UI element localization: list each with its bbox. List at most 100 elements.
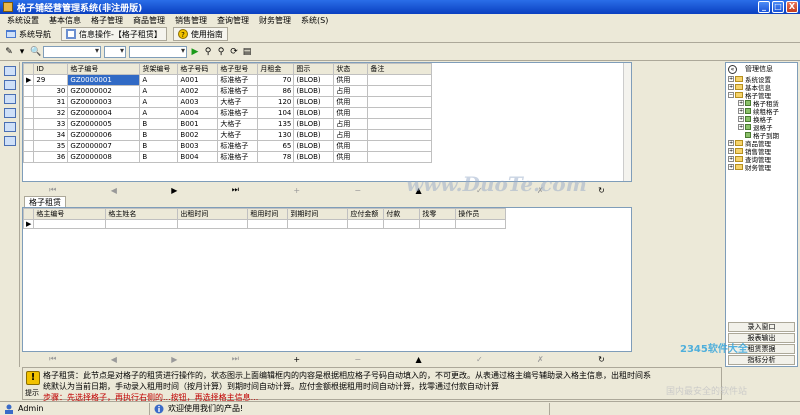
nav-prior-button[interactable]: ◀	[111, 186, 117, 195]
panel-icon[interactable]	[4, 66, 16, 76]
cell[interactable]	[367, 107, 433, 119]
cell[interactable]: 36	[33, 151, 69, 163]
cell[interactable]: B	[139, 140, 179, 152]
refresh-icon[interactable]: ⟳	[229, 47, 239, 57]
field-select[interactable]	[43, 45, 101, 58]
cell[interactable]: (BLOB)	[293, 107, 335, 119]
menu-grid-management[interactable]: 格子管理	[86, 15, 128, 26]
col-header[interactable]: 到期时间	[287, 208, 349, 220]
cell[interactable]: 供用	[333, 140, 369, 152]
operator-select[interactable]	[104, 45, 126, 58]
cell[interactable]: GZ0000004	[67, 107, 141, 119]
cell[interactable]: GZ0000006	[67, 129, 141, 141]
tab-system-nav[interactable]: 系统导航	[2, 27, 55, 41]
cell[interactable]: 供用	[333, 74, 369, 86]
menu-goods-management[interactable]: 商品管理	[128, 15, 170, 26]
cell[interactable]: 供用	[333, 151, 369, 163]
table-row[interactable]: 33 GZ0000005 B B001 大格子 135 (BLOB) 占用	[23, 118, 433, 130]
cell[interactable]: 占用	[333, 118, 369, 130]
cell[interactable]: 32	[33, 107, 69, 119]
tree-item-finance-management[interactable]: + 财务管理	[728, 163, 797, 172]
cell[interactable]: 标准格子	[217, 107, 259, 119]
cell[interactable]: 30	[33, 85, 69, 97]
maximize-button[interactable]: □	[772, 1, 784, 13]
nav-delete-button[interactable]: −	[354, 186, 361, 195]
nav-refresh-button[interactable]: ↻	[598, 186, 605, 195]
expand-icon[interactable]: +	[728, 156, 734, 162]
cell[interactable]: GZ0000001	[67, 74, 141, 86]
expand-icon[interactable]: +	[728, 148, 734, 154]
cell[interactable]: (BLOB)	[293, 96, 335, 108]
nav-insert-button[interactable]: +	[293, 186, 300, 195]
cell[interactable]: GZ0000007	[67, 140, 141, 152]
cell[interactable]	[419, 219, 457, 229]
menu-system-settings[interactable]: 系统设置	[2, 15, 44, 26]
cell[interactable]	[367, 74, 433, 86]
col-header[interactable]: 应付金额	[347, 208, 385, 220]
col-header[interactable]: 格主编号	[33, 208, 107, 220]
analysis-button[interactable]: 指标分析	[728, 355, 795, 365]
cell[interactable]	[367, 140, 433, 152]
cell[interactable]: 供用	[333, 107, 369, 119]
cell[interactable]: 78	[257, 151, 295, 163]
nav-cancel-button[interactable]: ✗	[537, 355, 544, 364]
grid-vertical-scrollbar[interactable]	[623, 63, 631, 181]
nav-delete-button[interactable]: −	[354, 355, 361, 364]
col-header[interactable]: 操作员	[455, 208, 507, 220]
cell[interactable]	[177, 219, 249, 229]
cell[interactable]: A002	[177, 85, 219, 97]
filter-icon[interactable]: ▾	[17, 47, 27, 57]
cell[interactable]: 120	[257, 96, 295, 108]
cell[interactable]: 86	[257, 85, 295, 97]
nav-prior-button[interactable]: ◀	[111, 355, 117, 364]
cell[interactable]: GZ0000008	[67, 151, 141, 163]
close-button[interactable]: X	[786, 1, 798, 13]
cell[interactable]: A004	[177, 107, 219, 119]
col-header[interactable]: 图示	[293, 63, 335, 75]
calculator-icon[interactable]	[4, 136, 16, 146]
menu-sales-management[interactable]: 销售管理	[170, 15, 212, 26]
nav-post-button[interactable]: ✓	[476, 355, 483, 364]
nav-last-button[interactable]: ⏭	[232, 354, 239, 364]
table-row[interactable]: 31 GZ0000003 A A003 大格子 120 (BLOB) 供用	[23, 96, 433, 108]
cell[interactable]: A001	[177, 74, 219, 86]
nav-insert-button[interactable]: +	[293, 355, 300, 364]
cell[interactable]: GZ0000005	[67, 118, 141, 130]
col-header[interactable]: 出租时间	[177, 208, 249, 220]
table-row[interactable]: 30 GZ0000002 A A002 标准格子 86 (BLOB) 占用	[23, 85, 433, 97]
cell[interactable]: 135	[257, 118, 295, 130]
tab-current[interactable]: 信息操作-【格子租赁】	[61, 27, 167, 41]
cell[interactable]: B003	[177, 140, 219, 152]
nav-first-button[interactable]: ⏮	[49, 354, 56, 364]
col-header[interactable]: 货架编号	[139, 63, 179, 75]
cell[interactable]: A	[139, 96, 179, 108]
table-row[interactable]: 34 GZ0000006 B B002 大格子 130 (BLOB) 占用	[23, 129, 433, 141]
cell[interactable]: 供用	[333, 96, 369, 108]
cell[interactable]: 大格子	[217, 96, 259, 108]
cell[interactable]	[383, 219, 421, 229]
list-icon[interactable]	[4, 108, 16, 118]
menu-basic-info[interactable]: 基本信息	[44, 15, 86, 26]
cell[interactable]: (BLOB)	[293, 118, 335, 130]
cell[interactable]: 大格子	[217, 129, 259, 141]
cell[interactable]: (BLOB)	[293, 85, 335, 97]
table-row[interactable]: ▶ 29 GZ0000001 A A001 标准格子 70 (BLOB) 供用	[23, 74, 433, 86]
cell[interactable]	[367, 85, 433, 97]
run-query-icon[interactable]: ▶	[190, 47, 200, 57]
cell[interactable]: A003	[177, 96, 219, 108]
cell[interactable]: 70	[257, 74, 295, 86]
document-icon[interactable]	[4, 94, 16, 104]
expand-icon[interactable]: +	[738, 116, 744, 122]
col-header[interactable]: 租用时间	[247, 208, 289, 220]
expand-icon[interactable]: +	[728, 76, 734, 82]
expand-icon[interactable]: +	[728, 164, 734, 170]
cell[interactable]: 标准格子	[217, 140, 259, 152]
cell[interactable]: B	[139, 129, 179, 141]
mail-icon[interactable]	[4, 122, 16, 132]
cell[interactable]: B004	[177, 151, 219, 163]
cell[interactable]: 104	[257, 107, 295, 119]
tab-grid-rental[interactable]: 格子租赁	[24, 196, 66, 207]
cell[interactable]	[105, 219, 179, 229]
cell[interactable]: 130	[257, 129, 295, 141]
cell[interactable]: 31	[33, 96, 69, 108]
